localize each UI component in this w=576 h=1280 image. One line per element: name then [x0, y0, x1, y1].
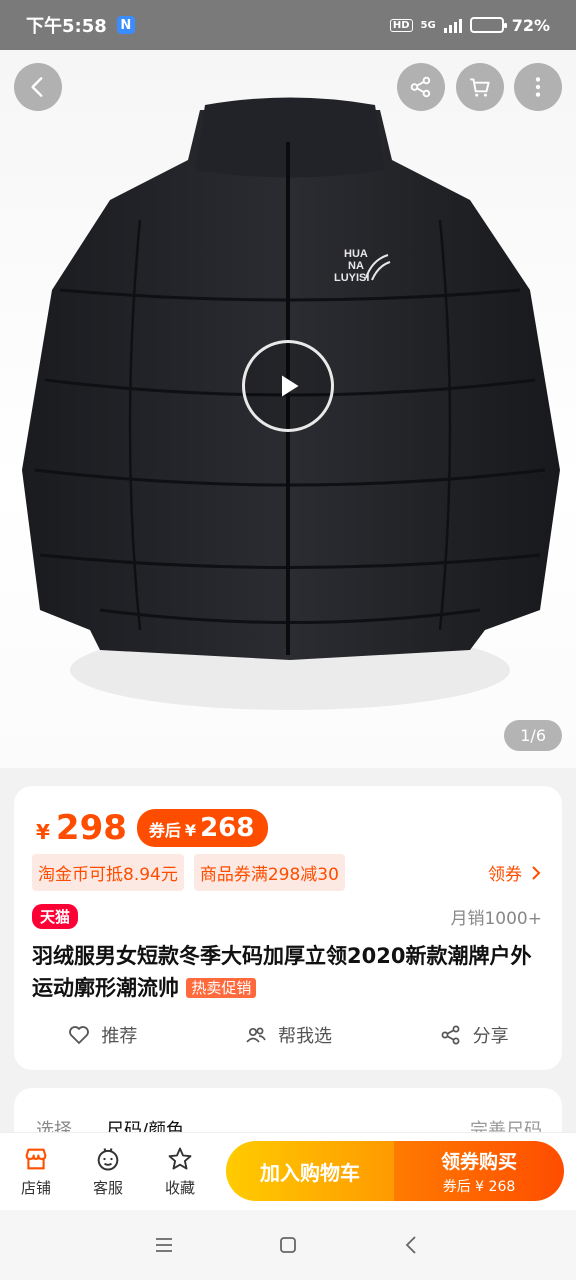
battery-percent: 72%: [511, 15, 550, 35]
purchase-buttons: 加入购物车 领券购买 券后 ¥ 268: [226, 1141, 564, 1201]
get-coupon-label: 领券: [488, 865, 522, 885]
coupon-buy-button[interactable]: 领券购买 券后 ¥ 268: [394, 1141, 564, 1201]
product-title: 羽绒服男女短款冬季大码加厚立领2020新款潮牌户外运动廓形潮流帅 热卖促销: [32, 940, 544, 1004]
shop-button[interactable]: 店铺: [0, 1145, 72, 1198]
get-coupon-link[interactable]: 领券: [488, 860, 542, 885]
image-counter: 1/6: [504, 720, 562, 751]
play-icon: [282, 375, 299, 397]
after-coupon-value: 268: [200, 813, 255, 843]
shop-label: 店铺: [20, 1179, 51, 1197]
service-button[interactable]: 客服: [72, 1145, 144, 1198]
home-icon[interactable]: [276, 1233, 300, 1257]
action-row: 推荐 帮我选 分享: [14, 1022, 562, 1048]
price-row: ¥298 券后 ¥268: [36, 808, 269, 848]
tmall-badge: 天猫: [32, 904, 79, 929]
recommend-label: 推荐: [101, 1026, 138, 1047]
share-icon: [441, 1025, 460, 1045]
share-button[interactable]: 分享: [439, 1022, 509, 1048]
heart-icon: [69, 1026, 90, 1044]
menu-icon[interactable]: [152, 1233, 176, 1257]
store-coupon-chip[interactable]: 商品券满298减30: [193, 854, 345, 891]
cart-top-button[interactable]: [456, 63, 504, 111]
signal-icon: [443, 17, 462, 33]
after-coupon-currency: ¥: [184, 821, 197, 840]
after-coupon-label: 券后: [148, 821, 181, 840]
people-icon: [246, 1027, 266, 1043]
bottom-action-bar: 店铺 客服 收藏 加入购物车 领券购买 券后 ¥ 268: [0, 1132, 576, 1210]
coupon-buy-subtitle: 券后 ¥ 268: [442, 1178, 516, 1195]
battery-icon: [469, 17, 507, 33]
more-vertical-icon: [535, 77, 541, 97]
back-button[interactable]: [14, 63, 62, 111]
monthly-sales: 月销1000+: [450, 909, 542, 929]
product-title-text: 羽绒服男女短款冬季大码加厚立领2020新款潮牌户外运动廓形潮流帅: [32, 944, 532, 1000]
add-to-cart-button[interactable]: 加入购物车: [226, 1141, 394, 1201]
logo-line-1: HUA: [344, 248, 368, 260]
cart-icon: [470, 78, 490, 97]
system-navigation-bar: [0, 1210, 576, 1280]
customer-service-icon: [97, 1148, 119, 1171]
price-currency: ¥: [36, 820, 50, 844]
coin-discount-chip[interactable]: 淘金币可抵8.94元: [32, 854, 184, 891]
coupon-buy-label: 领券购买: [440, 1150, 517, 1173]
status-time: 下午5:58: [26, 16, 107, 37]
status-bar: 下午5:58 N HD 5G 72%: [0, 0, 576, 50]
chevron-left-icon: [31, 77, 43, 97]
store-icon: [25, 1148, 47, 1170]
notification-badge: N: [116, 16, 135, 34]
service-label: 客服: [92, 1179, 123, 1197]
star-icon: [168, 1147, 192, 1170]
help-choose-button[interactable]: 帮我选: [244, 1022, 332, 1048]
share-label: 分享: [472, 1026, 509, 1047]
product-gallery[interactable]: HUA NA LUYISI 1/6: [0, 50, 576, 768]
product-info-card: ¥298 券后 ¥268 淘金币可抵8.94元 商品券满298减30 领券 天猫…: [14, 786, 562, 1070]
recommend-button[interactable]: 推荐: [67, 1022, 137, 1048]
status-icons: HD 5G 72%: [389, 15, 550, 35]
logo-line-2: NA: [348, 260, 364, 272]
coupon-row: 淘金币可抵8.94元 商品券满298减30: [32, 854, 345, 891]
after-coupon-price: 券后 ¥268: [136, 809, 269, 847]
network-label: 5G: [420, 19, 436, 31]
chevron-right-icon: [532, 865, 541, 880]
logo-line-3: LUYISI: [334, 272, 369, 284]
share-top-button[interactable]: [397, 63, 445, 111]
hot-sale-tag: 热卖促销: [186, 978, 257, 998]
favorite-button[interactable]: 收藏: [144, 1145, 216, 1198]
price-value: 298: [55, 808, 127, 848]
hd-icon: HD: [389, 18, 413, 32]
share-icon: [410, 76, 431, 98]
help-choose-label: 帮我选: [277, 1026, 332, 1047]
favorite-label: 收藏: [164, 1179, 195, 1197]
price: ¥298: [36, 808, 127, 848]
more-button[interactable]: [514, 63, 562, 111]
back-nav-icon[interactable]: [400, 1233, 424, 1257]
play-video-button[interactable]: [242, 340, 334, 432]
